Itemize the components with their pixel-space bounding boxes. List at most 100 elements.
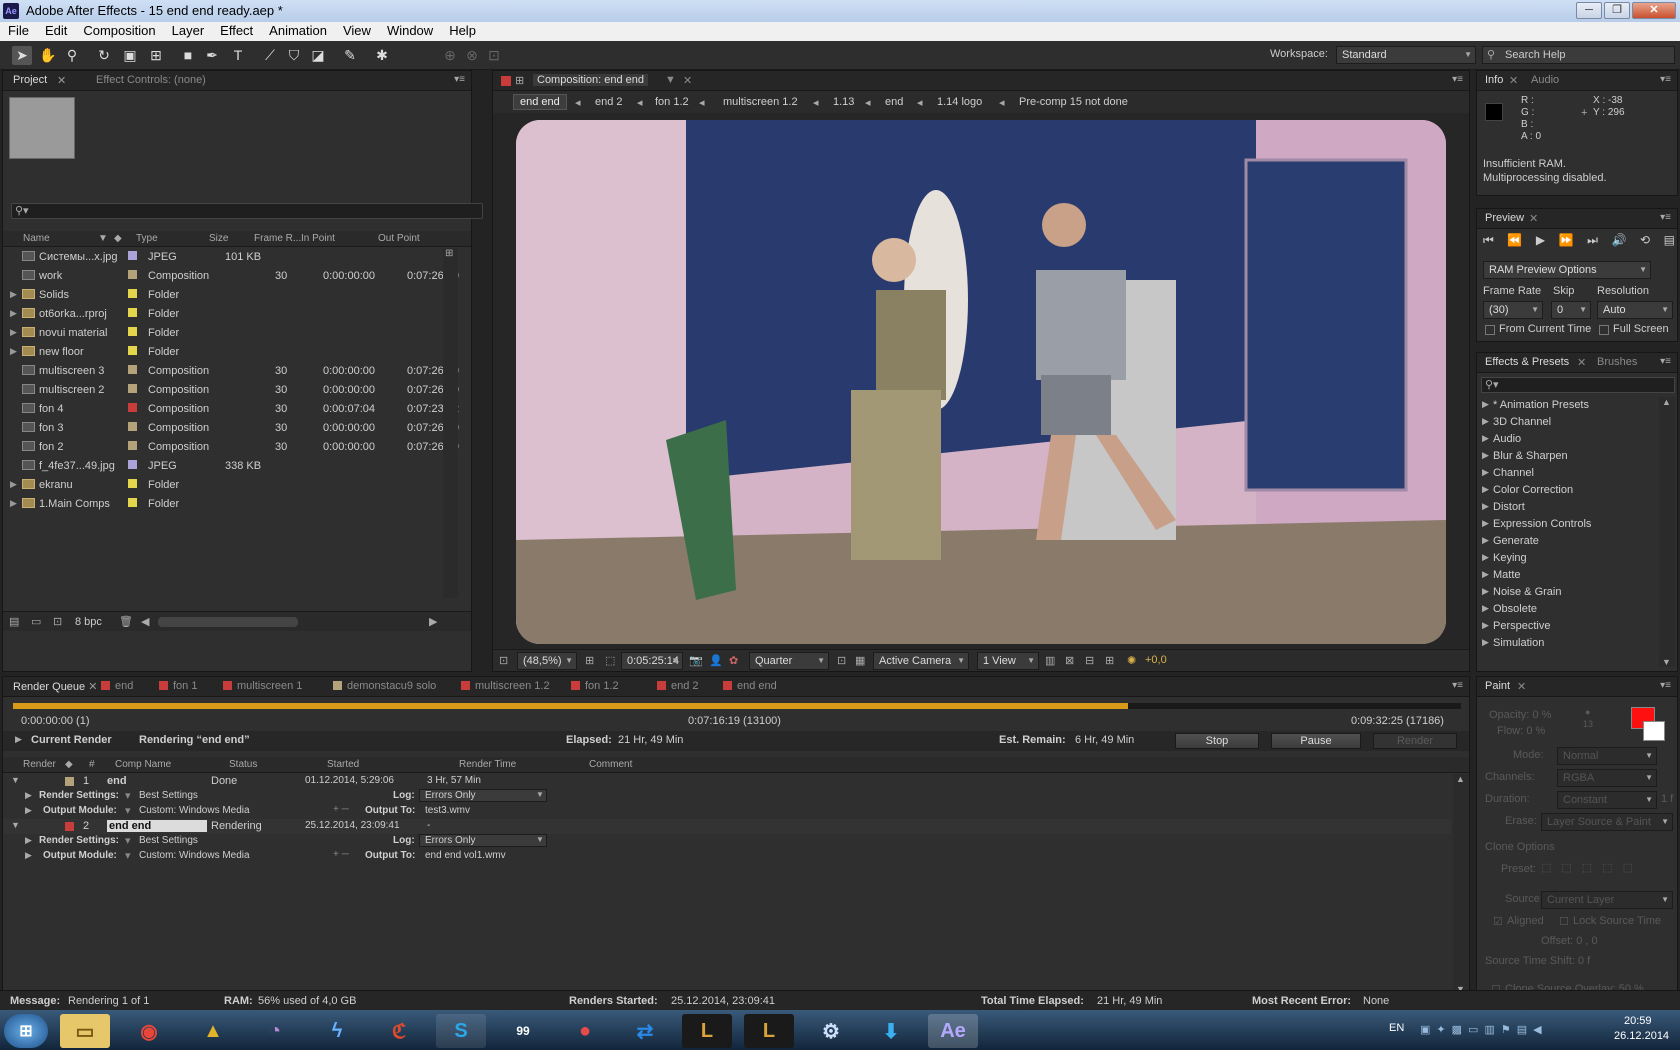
col-name[interactable]: Name [23,233,50,244]
col-size[interactable]: Size [209,233,228,244]
bpc-button[interactable]: 8 bpc [75,616,102,628]
eraser-tool-icon[interactable]: ◪ [308,46,328,65]
hand-tool-icon[interactable]: ✋ [38,46,58,65]
breadcrumb-end-end[interactable]: end end [513,94,567,110]
skip-dropdown[interactable]: 0 [1551,301,1591,319]
tab-preview[interactable]: Preview [1485,212,1524,224]
project-item[interactable]: f_4fe37...49.jpg JPEG 338 KB [3,457,443,476]
play-icon[interactable]: ▶ [1536,233,1545,251]
new-composition-icon[interactable]: ⊡ [53,615,62,628]
tab-audio[interactable]: Audio [1531,74,1559,86]
panel-menu-icon[interactable]: ▾≡ [1660,356,1671,367]
menu-file[interactable]: File [0,22,37,41]
expand-triangle-icon[interactable]: ▶ [1482,484,1489,495]
menu-effect[interactable]: Effect [212,22,261,41]
menu-help[interactable]: Help [441,22,484,41]
effects-category[interactable]: ▶ Expression Controls [1477,516,1653,533]
ccleaner-icon[interactable]: ℭ [374,1014,424,1048]
panel-menu-icon[interactable]: ▾≡ [1660,74,1671,85]
expand-triangle-icon[interactable]: ▶ [1482,603,1489,614]
setting-value[interactable]: Custom: Windows Media [139,850,250,861]
workspace-dropdown[interactable]: Standard [1336,46,1476,64]
effects-search-input[interactable]: ⚲▾ [1481,377,1675,393]
setting-value[interactable]: Custom: Windows Media [139,805,250,816]
resolution-dropdown[interactable]: Quarter [749,652,829,670]
label-column-icon[interactable]: ◆ [65,759,73,770]
media-player-icon[interactable]: ◔ [250,1014,300,1048]
source-time-shift[interactable]: Source Time Shift: 0 f [1485,955,1590,967]
effects-category[interactable]: ▶ Simulation [1477,635,1653,652]
tab-timeline[interactable]: end 2 [657,680,699,692]
timeline-icon[interactable]: ⊟ [1085,654,1094,667]
col-number[interactable]: # [89,759,95,770]
stop-button[interactable]: Stop [1175,733,1259,749]
always-preview-icon[interactable]: ⊡ [499,654,508,667]
expand-triangle-icon[interactable]: ▶ [1482,569,1489,580]
effects-category[interactable]: ▶ Perspective [1477,618,1653,635]
col-started[interactable]: Started [327,759,359,770]
safe-zones-icon[interactable]: ⊞ [585,654,594,667]
expand-triangle-icon[interactable]: ▶ [1482,620,1489,631]
tab-close-icon[interactable]: ✕ [1577,356,1586,369]
bolt-app-icon[interactable]: ϟ [312,1014,362,1048]
full-screen-checkbox[interactable] [1599,325,1609,335]
camera-tool-icon[interactable]: ▣ [120,46,140,65]
last-frame-icon[interactable]: ⏭ [1587,233,1598,251]
tab-project-close-icon[interactable]: ✕ [57,74,66,87]
flowchart-icon[interactable]: ⊞ [1105,654,1114,667]
search-help-field[interactable]: ⚲ Search Help [1482,46,1675,64]
effects-category[interactable]: ▶ Matte [1477,567,1653,584]
expand-triangle-icon[interactable]: ▶ [1482,467,1489,478]
project-item[interactable]: Системы...x.jpg JPEG 101 KB [3,248,443,267]
language-indicator[interactable]: EN [1389,1022,1404,1034]
col-render[interactable]: Render [23,759,56,770]
tray-battery-icon[interactable]: ▭ [1468,1023,1478,1037]
project-item[interactable]: ▶ ot6orka...rproj Folder [3,305,443,324]
new-folder-icon[interactable]: ▭ [31,615,41,628]
setting-dropdown-icon[interactable]: ▾ [125,789,131,802]
offset-value[interactable]: Offset: 0 , 0 [1541,935,1598,947]
tab-close-icon[interactable]: ✕ [1509,74,1518,87]
close-button[interactable]: ✕ [1632,2,1676,19]
tab-close-icon[interactable]: ✕ [683,74,692,87]
background-color-swatch[interactable] [1643,721,1665,741]
setting-value[interactable]: Best Settings [139,835,198,846]
project-item[interactable]: multiscreen 3 Composition 30 0:00:00:00 0:07… [3,362,459,381]
breadcrumb-end-2[interactable]: end 2 [595,96,623,108]
exposure-icon[interactable]: ✺ [1127,654,1136,667]
horizontal-scrollbar-thumb[interactable] [158,617,298,627]
view-axis-icon[interactable]: ⊡ [484,46,504,65]
tab-close-icon[interactable]: ✕ [1529,212,1538,225]
clone-stamp-tool-icon[interactable]: ⛉ [284,46,304,65]
clock-time[interactable]: 20:59 [1624,1015,1652,1027]
tray-volume-icon[interactable]: ◀ [1533,1023,1541,1037]
tray-flag-icon[interactable]: ⚑ [1501,1023,1511,1037]
project-item[interactable]: ▶ ekranu Folder [3,476,443,495]
expand-triangle-icon[interactable]: ▶ [1482,433,1489,444]
world-axis-icon[interactable]: ⊗ [462,46,482,65]
current-time-field[interactable]: 0:05:25:14 [621,652,683,670]
comp-tab-dropdown-icon[interactable]: ▼ [665,74,676,86]
tab-close-icon[interactable]: ✕ [1517,680,1526,693]
resolution-dropdown[interactable]: Auto [1597,301,1673,319]
first-frame-icon[interactable]: ⏮ [1483,233,1494,251]
setting-value-right[interactable]: Errors Only [425,790,476,801]
tray-monitor-icon[interactable]: ▤ [1517,1023,1527,1037]
tab-timeline[interactable]: demonstacu9 solo [333,680,436,692]
league-client-icon[interactable]: L [744,1014,794,1048]
project-item[interactable]: ▶ novui material Folder [3,324,443,343]
minimize-button[interactable]: ─ [1576,2,1602,19]
scroll-up-icon[interactable]: ▲ [1662,397,1671,407]
maximize-button[interactable]: ❐ [1604,2,1630,19]
tab-project[interactable]: Project [13,74,47,86]
region-of-interest-icon[interactable]: ⊡ [837,654,846,667]
setting-dropdown-icon[interactable]: ▾ [125,804,131,817]
transparency-grid-icon[interactable]: ▦ [855,654,865,667]
show-snapshot-icon[interactable]: 👤 [709,654,723,667]
project-item[interactable]: ▶ new floor Folder [3,343,443,362]
lock-source-time-checkbox[interactable]: ☐ [1559,915,1569,928]
loop-icon[interactable]: ⟲ [1640,233,1650,251]
setting-dropdown-icon[interactable]: ▾ [125,834,131,847]
col-render-time[interactable]: Render Time [459,759,516,770]
setting-value[interactable]: Best Settings [139,790,198,801]
